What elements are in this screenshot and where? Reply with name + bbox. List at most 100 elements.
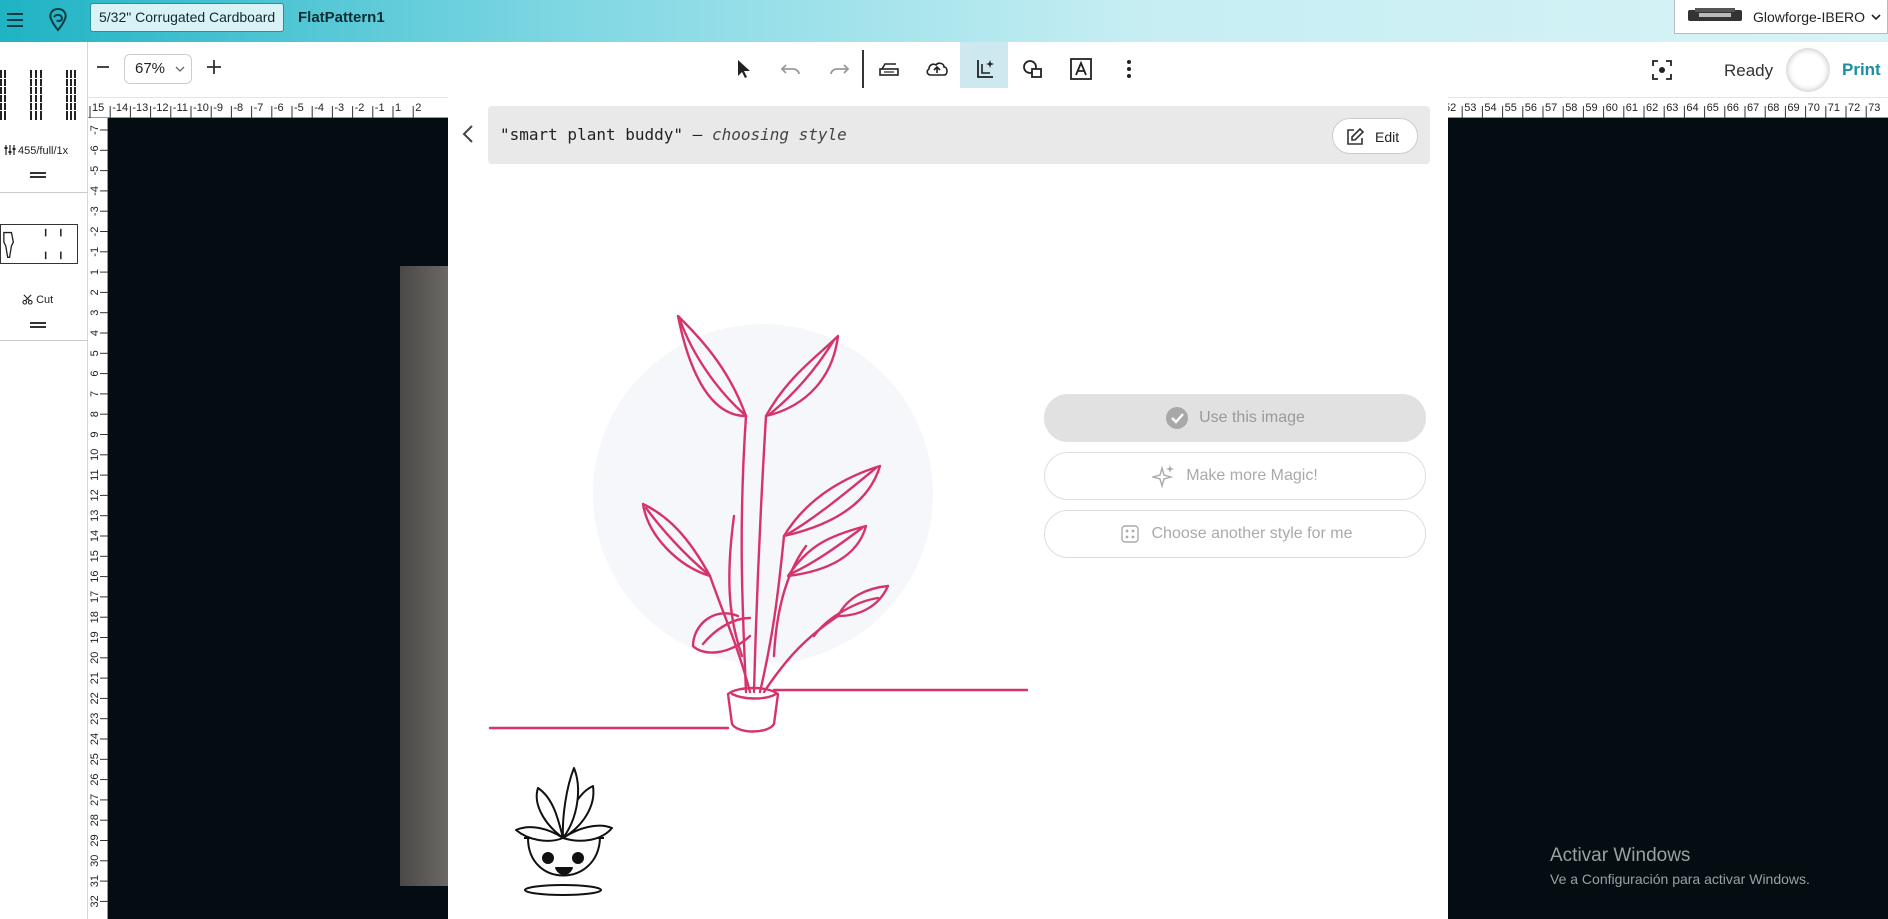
printer-icon — [1688, 8, 1742, 21]
ruler-label: -13 — [132, 102, 148, 114]
more-options-icon[interactable] — [1116, 56, 1142, 82]
operation-settings[interactable]: 455/full/1x — [4, 144, 68, 157]
generated-plant-image[interactable] — [488, 216, 1028, 736]
prompt-status: choosing style — [711, 125, 847, 144]
ruler-label: 60 — [1606, 102, 1618, 114]
prompt-phrase: "smart plant buddy" — [500, 125, 684, 144]
ruler-label: 71 — [1828, 102, 1840, 114]
prompt-text: "smart plant buddy" – choosing style — [500, 125, 847, 144]
operation-settings-label: 455/full/1x — [18, 145, 69, 157]
toolbar-divider — [862, 50, 864, 90]
ruler-label: 19 — [89, 631, 101, 643]
print-indicator — [1786, 48, 1830, 92]
edit-label: Edit — [1375, 129, 1400, 145]
ruler-label: 15 — [92, 102, 104, 114]
ruler-label: -7 — [89, 125, 101, 135]
ruler-label: 72 — [1848, 102, 1860, 114]
ruler-label: 15 — [89, 550, 101, 562]
ruler-label: 56 — [1525, 102, 1537, 114]
ruler-label: 57 — [1545, 102, 1557, 114]
document-title[interactable]: FlatPattern1 — [298, 9, 385, 26]
panel-divider — [0, 192, 88, 193]
ruler-label: 12 — [89, 489, 101, 501]
check-circle-icon — [1166, 407, 1189, 429]
ruler-label: 64 — [1686, 102, 1698, 114]
print-label[interactable]: Print — [1842, 60, 1881, 80]
ruler-label: 26 — [89, 773, 101, 785]
ruler-label: -6 — [89, 145, 101, 155]
ruler-label: 3 — [89, 310, 101, 316]
ruler-label: -5 — [294, 102, 304, 114]
ruler-label: -1 — [375, 102, 385, 114]
text-tool-icon[interactable] — [1068, 56, 1094, 82]
ruler-label: 53 — [1464, 102, 1476, 114]
cute-plant-thumbnail[interactable] — [508, 758, 618, 898]
select-pointer-icon[interactable] — [730, 56, 756, 82]
shapes-icon[interactable] — [1020, 56, 1046, 82]
drag-handle-icon[interactable] — [30, 172, 46, 178]
make-more-magic-button[interactable]: Make more Magic! — [1044, 452, 1426, 500]
ruler-label: -7 — [254, 102, 264, 114]
use-image-label: Use this image — [1199, 409, 1305, 426]
magic-canvas-panel: "smart plant buddy" – choosing style Edi… — [448, 88, 1448, 919]
panel-divider — [0, 340, 88, 341]
cut-label: Cut — [36, 294, 54, 306]
zoom-select[interactable]: 67% — [124, 54, 192, 84]
ruler-label: -14 — [112, 102, 128, 114]
redo-icon[interactable] — [826, 56, 852, 82]
ruler-label: 73 — [1868, 102, 1880, 114]
ruler-label: 55 — [1505, 102, 1517, 114]
ruler-label: -9 — [213, 102, 223, 114]
trace-scan-icon[interactable] — [876, 56, 902, 82]
upload-cloud-icon[interactable] — [924, 56, 950, 82]
ruler-label: -2 — [355, 102, 365, 114]
ruler-label: 16 — [89, 570, 101, 582]
ruler-label: -3 — [89, 206, 101, 216]
ruler-label: 4 — [89, 330, 101, 336]
ruler-label: 1 — [89, 269, 101, 275]
drag-handle-icon[interactable] — [30, 322, 46, 328]
undo-icon[interactable] — [778, 56, 804, 82]
focus-target-icon[interactable] — [1650, 58, 1674, 82]
ruler-label: 7 — [89, 391, 101, 397]
scissors-icon — [22, 294, 33, 305]
sparkles-icon — [1152, 465, 1175, 488]
ruler-label: -11 — [173, 102, 188, 114]
make-more-magic-label: Make more Magic! — [1186, 467, 1318, 484]
sliders-icon — [4, 145, 16, 155]
ruler-label: 61 — [1626, 102, 1638, 114]
machine-status: Ready — [1724, 61, 1774, 80]
cut-operation[interactable]: Cut — [22, 294, 53, 306]
engrave-preview-icon — [0, 70, 80, 120]
edit-prompt-button[interactable]: Edit — [1332, 118, 1418, 154]
use-image-button[interactable]: Use this image — [1044, 394, 1426, 442]
ruler-label: 17 — [89, 591, 101, 603]
cut-preview-thumbnail[interactable] — [0, 224, 78, 264]
machine-selector[interactable]: Glowforge-IBERO — [1674, 0, 1888, 34]
vertical-ruler: -7 -6 -5 -4 -3 -2 -1 1 2 3 4 5 6 7 8 9 10 11 12 13 14 15 16 17 1… — [88, 118, 108, 919]
ruler-label: 28 — [89, 814, 101, 826]
zoom-in-button[interactable] — [204, 57, 224, 77]
ruler-label: -10 — [193, 102, 209, 114]
zoom-out-button[interactable] — [94, 58, 112, 76]
choose-another-style-button[interactable]: Choose another style for me — [1044, 510, 1426, 558]
menu-icon[interactable] — [4, 9, 26, 31]
edit-pencil-icon — [1347, 127, 1365, 145]
ruler-label: 63 — [1666, 102, 1678, 114]
ruler-label: 29 — [89, 834, 101, 846]
ruler-label: 30 — [89, 855, 101, 867]
ruler-label: 5 — [89, 350, 101, 356]
ruler-label: 11 — [89, 469, 101, 480]
magic-canvas-icon[interactable] — [972, 56, 998, 82]
material-selector[interactable]: 5/32" Corrugated Cardboard — [90, 3, 285, 32]
ruler-label: -4 — [314, 102, 324, 114]
ruler-label: 2 — [89, 289, 101, 295]
chevron-down-icon — [175, 66, 185, 72]
ruler-label: 54 — [1484, 102, 1496, 114]
ruler-label: -1 — [89, 247, 101, 257]
ruler-label: 6 — [89, 371, 101, 377]
dice-icon — [1120, 525, 1139, 543]
ruler-label: 18 — [89, 611, 101, 623]
glowforge-logo-icon[interactable] — [44, 6, 72, 34]
back-chevron-icon[interactable] — [460, 124, 476, 144]
